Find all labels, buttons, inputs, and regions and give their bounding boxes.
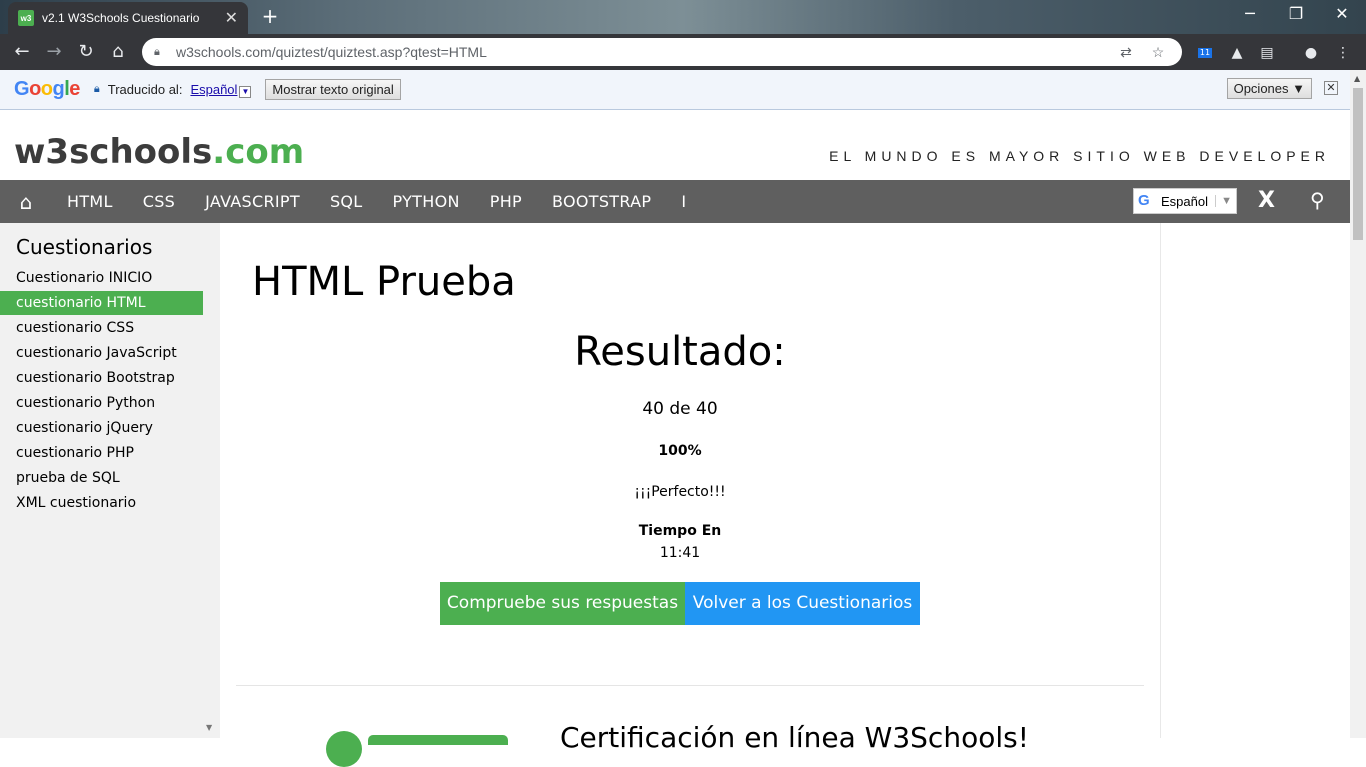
language-dropdown[interactable]: Español ▼ — [190, 81, 252, 98]
result-score: 40 de 40 — [642, 399, 718, 419]
extension-triangle-icon[interactable]: ▲ — [1226, 42, 1248, 64]
w3schools-logo[interactable]: w3schools.com — [14, 132, 304, 172]
back-to-quizzes-button[interactable]: Volver a los Cuestionarios — [685, 582, 920, 625]
home-icon[interactable]: ⌂ — [0, 190, 52, 214]
sidebar-item-xml[interactable]: XML cuestionario — [0, 491, 203, 515]
sidebar-item-bootstrap[interactable]: cuestionario Bootstrap — [0, 366, 203, 390]
certificate-badge-icon — [326, 731, 362, 767]
certificate-graphic — [368, 735, 508, 745]
result-percent: 100% — [658, 443, 702, 459]
lock-icon: 🔒︎ — [93, 83, 100, 95]
nav-javascript[interactable]: JAVASCRIPT — [190, 192, 315, 211]
nav-html[interactable]: HTML — [52, 192, 128, 211]
translate-page-icon[interactable]: ⇄ — [1114, 44, 1138, 61]
time-value: 11:41 — [659, 545, 701, 561]
close-window-icon[interactable]: ✕ — [1322, 4, 1362, 23]
search-icon[interactable]: ⚲ — [1310, 188, 1325, 212]
sidebar-item-css[interactable]: cuestionario CSS — [0, 316, 203, 340]
minimize-icon[interactable]: ─ — [1230, 4, 1270, 23]
browser-tab[interactable]: w3 v2.1 W3Schools Cuestionario ✕ — [8, 2, 248, 34]
quiz-sidebar: Cuestionarios Cuestionario INICIO cuesti… — [0, 223, 220, 738]
w3schools-favicon-icon: w3 — [18, 10, 34, 26]
nav-sql[interactable]: SQL — [315, 192, 378, 211]
sidebar-scroll-down-icon[interactable]: ▼ — [206, 723, 212, 732]
logo-main: w3schools — [14, 132, 213, 172]
nav-bootstrap[interactable]: BOOTSTRAP — [537, 192, 666, 211]
site-language-select[interactable]: G Español ▼ — [1133, 188, 1237, 214]
home-icon[interactable]: ⌂ — [106, 40, 130, 64]
google-logo: Google — [14, 78, 80, 100]
result-message: ¡¡¡Perfecto!!! — [634, 484, 726, 500]
show-original-button[interactable]: Mostrar texto original — [265, 79, 401, 100]
reload-icon[interactable]: ↻ — [74, 40, 98, 64]
sidebar-item-html[interactable]: cuestionario HTML — [0, 291, 203, 315]
extension-icon[interactable]: 11 — [1196, 42, 1218, 64]
forward-icon[interactable]: → — [42, 40, 66, 64]
sidebar-item-jquery[interactable]: cuestionario jQuery — [0, 416, 203, 440]
divider — [236, 685, 1144, 686]
sidebar-title: Cuestionarios — [16, 235, 153, 259]
sidebar-item-inicio[interactable]: Cuestionario INICIO — [0, 266, 203, 290]
logo-com: .com — [212, 132, 305, 172]
translated-to-label: Traducido al: — [107, 82, 183, 97]
right-column — [1160, 223, 1350, 738]
google-translate-bar: Google 🔒︎ Traducido al: Español ▼ Mostrar… — [0, 70, 1350, 110]
nav-python[interactable]: PYTHON — [378, 192, 475, 211]
main-content: HTML Prueba Resultado: 40 de 40 100% ¡¡¡… — [220, 223, 1160, 767]
nav-more[interactable]: I — [666, 192, 701, 211]
top-nav: ⌂ HTML CSS JAVASCRIPT SQL PYTHON PHP BOO… — [0, 180, 1350, 223]
sidebar-item-javascript[interactable]: cuestionario JavaScript — [0, 341, 203, 365]
menu-kebab-icon[interactable]: ⋮ — [1332, 42, 1354, 64]
google-g-icon: G — [1138, 192, 1150, 209]
dropdown-arrow-icon: ▼ — [239, 85, 252, 98]
bookmark-star-icon[interactable]: ☆ — [1146, 44, 1170, 61]
sidebar-item-php[interactable]: cuestionario PHP — [0, 441, 203, 465]
page-title: HTML Prueba — [252, 259, 516, 305]
address-bar[interactable]: 🔒︎ w3schools.com/quiztest/quiztest.asp?q… — [142, 38, 1182, 66]
site-header: w3schools.com EL MUNDO ES MAYOR SITIO WE… — [0, 110, 1350, 180]
close-translate-icon[interactable]: ✕ — [1324, 81, 1338, 95]
extension-doc-icon[interactable]: ▤ — [1256, 42, 1278, 64]
lock-icon: 🔒︎ — [154, 46, 160, 58]
x-button[interactable]: X — [1258, 188, 1275, 213]
tab-close-icon[interactable]: ✕ — [225, 8, 238, 28]
sidebar-item-sql[interactable]: prueba de SQL — [0, 466, 203, 490]
scroll-up-icon[interactable]: ▲ — [1354, 74, 1360, 83]
nav-css[interactable]: CSS — [128, 192, 190, 211]
browser-titlebar: w3 v2.1 W3Schools Cuestionario ✕ + ─ ❐ ✕ — [0, 0, 1366, 34]
restore-icon[interactable]: ❐ — [1276, 4, 1316, 23]
scroll-thumb[interactable] — [1353, 88, 1363, 240]
site-slogan: EL MUNDO ES MAYOR SITIO WEB DEVELOPER — [829, 148, 1330, 164]
result-title: Resultado: — [574, 329, 786, 375]
time-label: Tiempo En — [638, 523, 722, 539]
new-tab-button[interactable]: + — [258, 6, 282, 28]
page-scrollbar[interactable]: ▲ — [1350, 70, 1366, 738]
language-value: Español — [190, 81, 238, 97]
options-button[interactable]: Opciones ▼ — [1226, 78, 1312, 99]
check-answers-button[interactable]: Compruebe sus respuestas — [440, 582, 685, 625]
nav-php[interactable]: PHP — [475, 192, 537, 211]
url-text: w3schools.com/quiztest/quiztest.asp?qtes… — [176, 44, 487, 60]
sidebar-item-python[interactable]: cuestionario Python — [0, 391, 203, 415]
browser-toolbar: ← → ↻ ⌂ 🔒︎ w3schools.com/quiztest/quizte… — [0, 34, 1366, 70]
tab-title: v2.1 W3Schools Cuestionario — [42, 11, 200, 25]
site-language-value: Español — [1161, 193, 1208, 209]
back-icon[interactable]: ← — [10, 40, 34, 64]
chevron-down-icon: ▼ — [1215, 195, 1232, 207]
profile-icon[interactable]: ● — [1300, 42, 1322, 64]
extension-badge: 11 — [1198, 48, 1212, 58]
